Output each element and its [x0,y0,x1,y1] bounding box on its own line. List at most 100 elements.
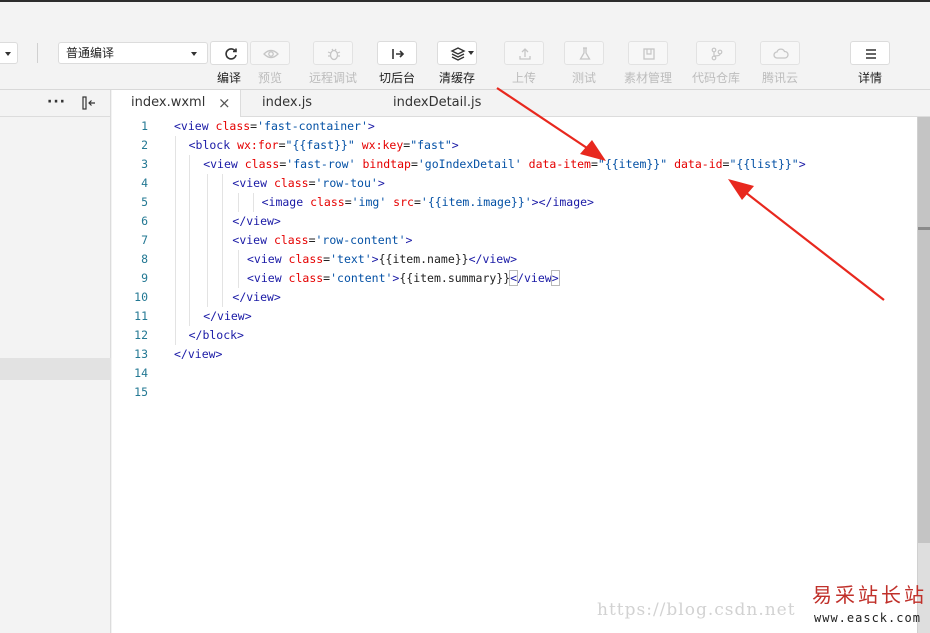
compile-mode-select[interactable]: 普通编译 [58,42,208,64]
code-token: > [377,176,385,190]
code-token: <view [232,176,274,190]
simulator-dropdown[interactable] [0,42,18,64]
watermark-site: www.easck.com [814,611,921,625]
editor-scrollbar[interactable] [917,117,930,633]
clear-cache-button[interactable]: 清缓存 [430,41,484,86]
code-line: <view class='row-content'> [232,231,412,250]
code-token: bindtap [362,157,411,171]
close-icon[interactable]: × [218,90,231,116]
code-token: <view [247,271,289,285]
code-token: <view [247,252,289,266]
selected-file-row[interactable] [0,358,111,380]
code-token: wx:for [237,138,279,152]
line-number: 10 [134,290,148,304]
line-number: 11 [134,309,148,323]
indent-guide [188,155,190,326]
code-line: </block> [189,326,244,345]
code-token: </view> [174,347,223,361]
code-token: class [273,233,309,247]
code-token: > [405,233,413,247]
line-number: 7 [141,233,148,247]
menu-icon [850,41,890,65]
bug-icon [313,41,353,65]
ellipsis-icon[interactable]: ··· [47,94,66,110]
code-token: "{{fast}}" [285,138,362,152]
switch-background-button[interactable]: 切后台 [370,41,424,86]
details-button[interactable]: 详情 [843,41,897,86]
code-line: <view class='fast-container'> [174,117,375,136]
code-token: 'goIndexDetail' [417,157,529,171]
code-token: 'row-tou' [315,176,378,190]
code-line: </view> [203,307,251,326]
code-token: > [371,252,379,266]
code-token: > [451,138,459,152]
tab-index-detail-js[interactable]: indexDetail.js [393,90,533,117]
scrollbar-cursor-marker [918,227,930,230]
file-explorer-panel: ··· [0,90,111,633]
code-token: = [590,157,598,171]
preview-button[interactable]: 预览 [243,41,297,86]
code-line: <view class='fast-row' bindtap='goIndexD… [203,155,805,174]
editor-tabs: index.wxml × index.js indexDetail.js [112,90,930,118]
layers-icon [437,41,477,65]
code-repository-button[interactable]: 代码仓库 [689,41,743,86]
indent-guide [253,193,254,212]
code-token: <view [203,157,245,171]
code-token: > [550,270,560,286]
scrollbar-thumb[interactable] [918,117,930,543]
code-line: </view> [232,288,280,307]
code-token: <image [261,195,311,209]
code-token: <view [174,119,216,133]
tab-index-js[interactable]: index.js [262,90,372,117]
collapse-panel-icon[interactable] [82,96,96,113]
box-icon [628,41,668,65]
code-token: class [310,195,345,209]
remote-debug-button[interactable]: 远程调试 [306,41,360,86]
code-token: 'text' [330,252,372,266]
line-number: 6 [141,214,148,228]
code-token: {{item.summary}} [399,271,511,285]
code-token: <block [188,138,238,152]
caret-down-icon [191,52,197,56]
code-token: wx:key [361,138,404,152]
code-token: "fast" [410,138,452,152]
code-line: <view class='content'>{{item.summary}}</… [247,269,560,288]
compile-mode-value: 普通编译 [66,46,115,60]
watermark-logo: 易采站长站 [812,583,927,607]
tab-index-wxml[interactable]: index.wxml × [112,90,241,118]
code-token: 'fast-row' [286,157,363,171]
tencent-cloud-button[interactable]: 腾讯云 [753,41,807,86]
code-token: </block> [188,328,244,342]
indent-guide [207,174,209,307]
upload-button[interactable]: 上传 [497,41,551,86]
code-line: </view> [232,212,280,231]
code-token: class [288,271,324,285]
code-token: 'img' [351,195,394,209]
line-number: 9 [141,271,148,285]
code-token: = [413,195,421,209]
line-number: 12 [134,328,148,342]
code-token: src [393,195,414,209]
code-token: > [367,119,375,133]
code-editor[interactable]: 1 2 3 4 5 6 7 8 9 10 11 12 13 14 15 <view class='fast-… [112,117,917,633]
code-token: = [410,157,418,171]
asset-management-button[interactable]: 素材管理 [621,41,675,86]
line-number: 14 [134,366,148,380]
code-token: class [244,157,280,171]
line-number: 4 [141,176,148,190]
code-token: <view [232,233,274,247]
watermark-url: https://blog.csdn.net [597,600,796,620]
code-token: /view [517,271,552,285]
code-token: > [798,157,806,171]
test-button[interactable]: 测试 [557,41,611,86]
upload-icon [504,41,544,65]
branch-icon [696,41,736,65]
line-number: 5 [141,195,148,209]
code-line: <view class='text'>{{item.name}}</view> [247,250,517,269]
code-token: = [344,195,352,209]
code-line: <block wx:for="{{fast}}" wx:key="fast"> [189,136,459,155]
line-number: 2 [141,138,148,152]
code-token: data-item [528,157,591,171]
switch-background-icon [377,41,417,65]
explorer-header: ··· [0,90,110,117]
